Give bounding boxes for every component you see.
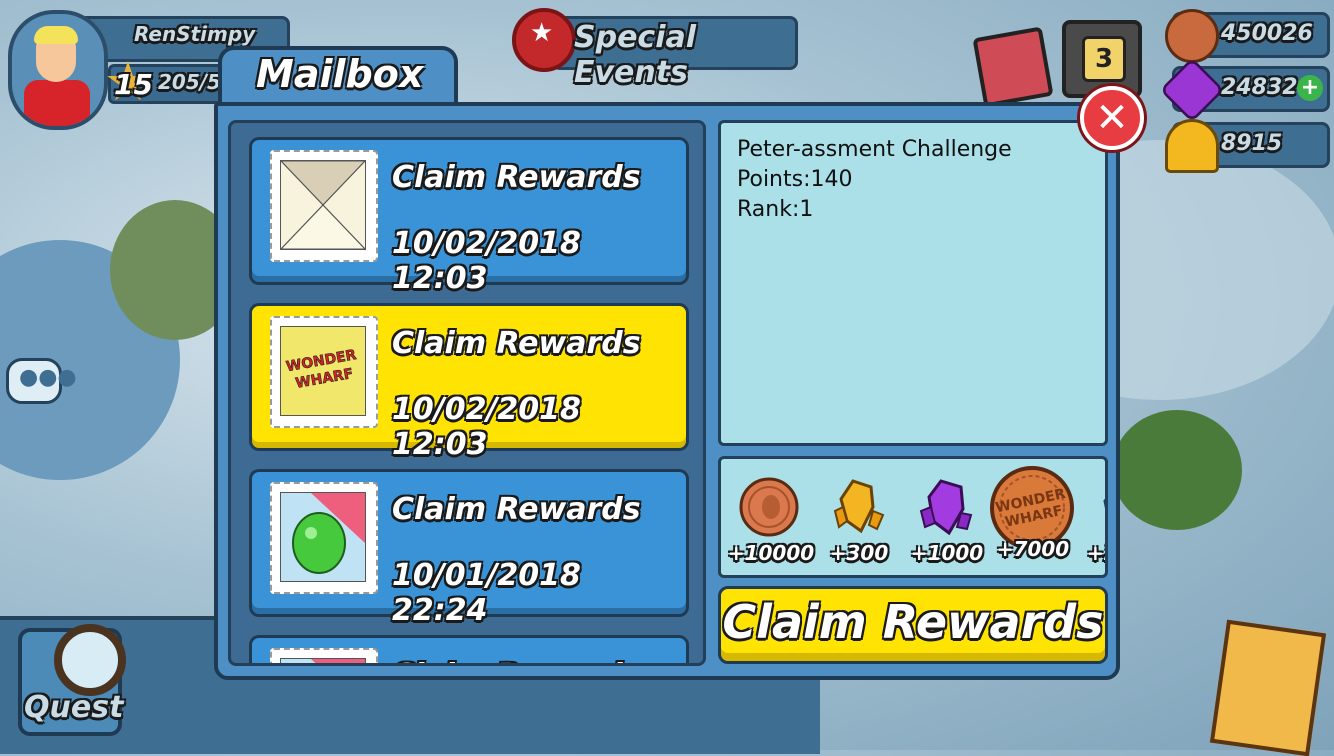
mail-item-label: Claim Rewards xyxy=(392,658,641,663)
book-icon[interactable] xyxy=(972,26,1054,108)
reward-amount: +7000 xyxy=(996,537,1070,561)
coins-value: 450026 xyxy=(1221,21,1313,46)
reward-item: +10000 xyxy=(725,471,815,571)
pizza-counter[interactable]: 8915 xyxy=(1165,119,1330,173)
ribbon-icon: ★ xyxy=(512,8,576,72)
player-level: 15 xyxy=(114,68,153,101)
detail-points: Points:140 xyxy=(737,167,853,192)
reward-item: +1000 xyxy=(901,471,991,571)
mail-item-label: Claim Rewards xyxy=(392,492,641,527)
mail-item[interactable]: Claim Rewards 10/01/2018 22:24 xyxy=(249,469,689,628)
player-xp: 205/5 xyxy=(158,70,221,94)
reward-amount: +1000 xyxy=(910,541,984,565)
balloon-stamp-icon xyxy=(270,482,378,594)
character-card-icon[interactable] xyxy=(1209,619,1327,756)
coins-counter[interactable]: 450026 xyxy=(1165,9,1330,63)
mail-item[interactable]: Claim Rewards xyxy=(249,635,689,663)
reward-amount: +10000 xyxy=(727,541,815,565)
mail-detail-panel: Peter-assment Challenge Points:140 Rank:… xyxy=(718,120,1108,446)
balloon-stamp-icon xyxy=(270,648,378,663)
gems-counter[interactable]: 24832 + xyxy=(1159,57,1330,123)
avatar[interactable] xyxy=(8,10,108,130)
mail-item-date: 10/02/2018 12:03 xyxy=(392,226,581,296)
gold-crystal-icon xyxy=(833,479,885,534)
tv-count: 3 xyxy=(1082,36,1126,82)
claim-rewards-button[interactable]: Claim Rewards xyxy=(718,586,1108,664)
blue-crystal-icon xyxy=(1103,498,1105,509)
special-events-button[interactable]: ★ Special Events xyxy=(512,8,798,90)
reward-amount: +300 xyxy=(829,541,889,565)
reward-item: +300 xyxy=(813,471,903,571)
pizza-icon xyxy=(1165,119,1219,173)
pizza-value: 8915 xyxy=(1221,131,1283,156)
player-name: RenStimpy xyxy=(134,22,256,46)
background-island-right xyxy=(1112,410,1242,530)
add-gems-button[interactable]: + xyxy=(1297,75,1323,101)
mail-item-label: Claim Rewards xyxy=(392,326,641,361)
gems-value: 24832 xyxy=(1221,75,1298,100)
rewards-panel[interactable]: +10000 +300 +1000 WONDER WHARF +7000 +2 xyxy=(718,456,1108,578)
gem-icon xyxy=(1159,57,1225,123)
close-icon: ✕ xyxy=(1095,95,1129,141)
mail-item-selected[interactable]: WONDER WHARF Claim Rewards 10/02/2018 12… xyxy=(249,303,689,462)
mail-item-date: 10/02/2018 12:03 xyxy=(392,392,581,462)
mail-item-label: Claim Rewards xyxy=(392,160,641,195)
quest-label: Quest xyxy=(24,690,124,725)
reward-item: WONDER WHARF +7000 xyxy=(987,463,1077,563)
reward-item: +2 xyxy=(1077,471,1105,571)
purple-gem-icon xyxy=(919,479,973,536)
chat-bubble-icon[interactable]: ●●● xyxy=(6,358,77,404)
close-button[interactable]: ✕ xyxy=(1080,86,1144,150)
envelope-stamp-icon xyxy=(270,150,378,262)
mail-item-date: 10/01/2018 22:24 xyxy=(392,558,581,628)
mail-list[interactable]: Claim Rewards 10/02/2018 12:03 WONDER WH… xyxy=(228,120,706,666)
special-events-label: Special Events xyxy=(574,20,697,90)
coin-icon xyxy=(1165,9,1219,63)
magnifier-icon xyxy=(54,624,126,696)
wonder-wharf-stamp-icon: WONDER WHARF xyxy=(270,316,378,428)
detail-title: Peter-assment Challenge xyxy=(737,137,1012,162)
penny-icon xyxy=(739,477,799,537)
reward-amount: +2 xyxy=(1087,541,1105,565)
claim-rewards-label: Claim Rewards xyxy=(722,595,1104,649)
mail-item[interactable]: Claim Rewards 10/02/2018 12:03 xyxy=(249,137,689,296)
detail-rank: Rank:1 xyxy=(737,197,814,222)
mailbox-title: Mailbox xyxy=(256,52,424,96)
quest-button[interactable]: Quest xyxy=(14,624,126,736)
